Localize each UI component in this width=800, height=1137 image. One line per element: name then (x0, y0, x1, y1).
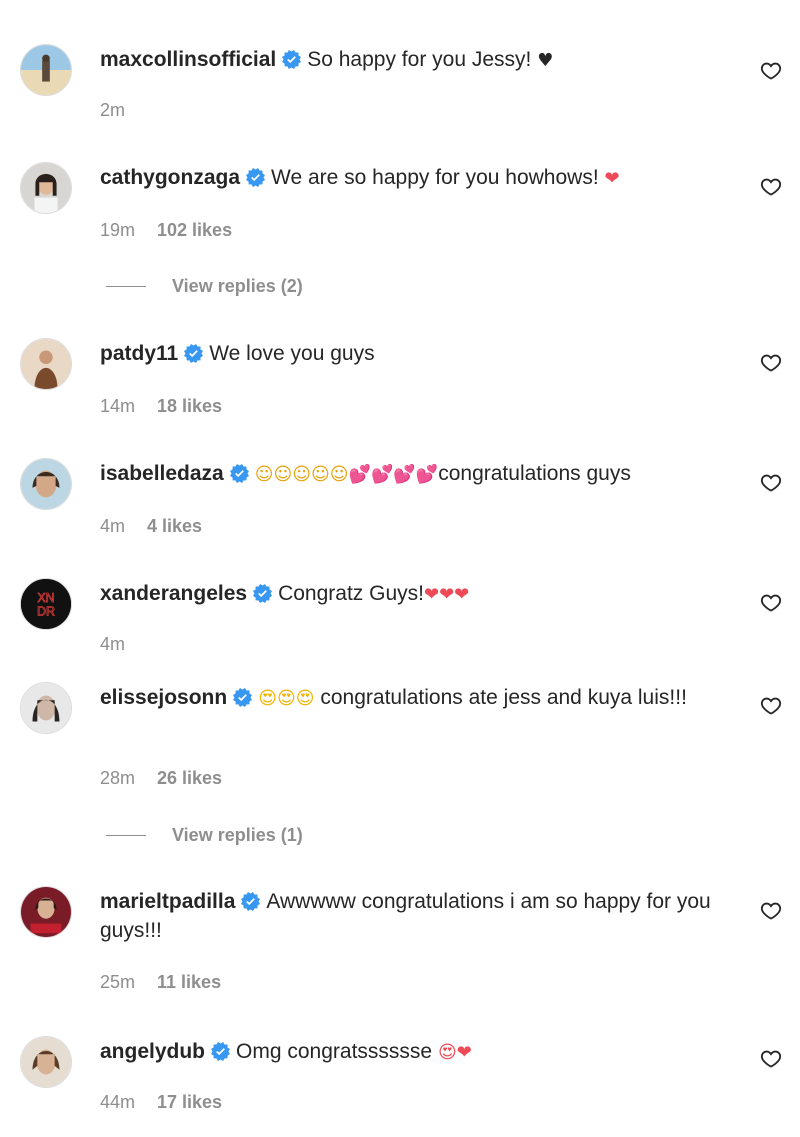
comment-username[interactable]: maxcollinsofficial (100, 48, 276, 71)
heart-icon[interactable] (760, 900, 782, 922)
profile-photo-icon (21, 1037, 71, 1087)
profile-photo-icon (21, 339, 71, 389)
heart-icon[interactable] (760, 592, 782, 614)
comment-time[interactable]: 19m (100, 220, 135, 240)
svg-text:XN: XN (37, 591, 54, 605)
emoji-hearts: ❤❤❤ (423, 584, 470, 605)
comment-likes[interactable]: 4 likes (147, 516, 202, 536)
comment-time[interactable]: 4m (100, 634, 125, 654)
avatar[interactable] (20, 458, 72, 510)
divider (106, 286, 146, 287)
comment-body: We love you guys (209, 342, 375, 365)
comment-username[interactable]: isabelledaza (100, 462, 224, 485)
comment-text: marieltpadilla Awwwww congratulations i a… (100, 887, 720, 945)
heart-icon[interactable] (760, 176, 782, 198)
comment-time[interactable]: 2m (100, 100, 125, 120)
comment-text: angelydub Omg congratsssssse 😍❤ (100, 1037, 720, 1067)
avatar[interactable] (20, 682, 72, 734)
verified-icon (282, 50, 301, 69)
view-replies-label: View replies (2) (172, 276, 303, 296)
heart-icon[interactable] (760, 60, 782, 82)
view-replies-button[interactable]: View replies (1) (106, 825, 303, 846)
emoji-heart: ❤ (604, 168, 620, 189)
comment-meta: 14m 18 likes (100, 396, 222, 417)
verified-icon (184, 344, 203, 363)
avatar[interactable]: XN DR (20, 578, 72, 630)
comment-meta: 28m 26 likes (100, 768, 222, 789)
profile-photo-icon (21, 887, 71, 937)
profile-photo-icon (21, 163, 71, 213)
comment-text: patdy11 We love you guys (100, 339, 720, 368)
comment-body: So happy for you Jessy! (307, 48, 532, 71)
verified-icon (241, 892, 260, 911)
comment-body: congratulations ate jess and kuya luis!!… (320, 686, 687, 709)
comment-username[interactable]: cathygonzaga (100, 166, 240, 189)
comment-username[interactable]: patdy11 (100, 342, 178, 365)
verified-icon (211, 1042, 230, 1061)
comment-username[interactable]: angelydub (100, 1040, 205, 1063)
beach-photo-icon (21, 45, 71, 95)
emoji-group: 😍😍😍 (258, 688, 315, 709)
avatar[interactable] (20, 338, 72, 390)
comment-username[interactable]: xanderangeles (100, 582, 247, 605)
comment-meta: 19m 102 likes (100, 220, 232, 241)
comment-username[interactable]: marieltpadilla (100, 890, 235, 913)
comment-text: maxcollinsofficial So happy for you Jessy… (100, 45, 720, 75)
comment-text: cathygonzaga We are so happy for you howh… (100, 163, 720, 193)
view-replies-button[interactable]: View replies (2) (106, 276, 303, 297)
comment-text: elissejosonn 😍😍😍 congratulations ate jess… (100, 683, 720, 713)
verified-icon (253, 584, 272, 603)
comment-time[interactable]: 28m (100, 768, 135, 788)
verified-icon (230, 464, 249, 483)
comment-time[interactable]: 44m (100, 1092, 135, 1112)
comment-likes[interactable]: 11 likes (157, 972, 221, 992)
view-replies-label: View replies (1) (172, 825, 303, 845)
avatar[interactable] (20, 162, 72, 214)
comment-meta: 4m 4 likes (100, 516, 202, 537)
avatar[interactable] (20, 886, 72, 938)
avatar[interactable] (20, 44, 72, 96)
emoji-group: 😍❤ (437, 1042, 472, 1063)
comment-likes[interactable]: 102 likes (157, 220, 232, 240)
comment-meta: 4m (100, 634, 125, 655)
comment-meta: 25m 11 likes (100, 972, 221, 993)
profile-photo-icon (21, 459, 71, 509)
comment-time[interactable]: 25m (100, 972, 135, 992)
divider (106, 835, 146, 836)
comment-body: Omg congratsssssse (236, 1040, 433, 1063)
emoji-group: ☺☺☺☺☺💕💕💕💕 (254, 464, 439, 485)
comment-meta: 2m (100, 100, 125, 121)
heart-icon[interactable] (760, 352, 782, 374)
comment-body: congratulations guys (438, 462, 631, 485)
comment-time[interactable]: 4m (100, 516, 125, 536)
comment-likes[interactable]: 26 likes (157, 768, 222, 788)
xndr-logo-icon: XN DR (21, 579, 71, 629)
comment-likes[interactable]: 17 likes (157, 1092, 222, 1112)
comment-time[interactable]: 14m (100, 396, 135, 416)
svg-text:DR: DR (37, 605, 55, 619)
comment-username[interactable]: elissejosonn (100, 686, 227, 709)
comment-body: Congratz Guys! (278, 582, 424, 605)
comment-text: xanderangeles Congratz Guys!❤❤❤ (100, 579, 720, 609)
heart-icon[interactable] (760, 472, 782, 494)
heart-icon[interactable] (760, 695, 782, 717)
comment-text: isabelledaza ☺☺☺☺☺💕💕💕💕congratulations guy… (100, 459, 720, 489)
profile-photo-icon (21, 683, 71, 733)
comment-meta: 44m 17 likes (100, 1092, 222, 1113)
emoji-heart: ♥ (537, 50, 554, 71)
heart-icon[interactable] (760, 1048, 782, 1070)
avatar[interactable] (20, 1036, 72, 1088)
comment-body: We are so happy for you howhows! (271, 166, 599, 189)
verified-icon (233, 688, 252, 707)
comment-likes[interactable]: 18 likes (157, 396, 222, 416)
verified-icon (246, 168, 265, 187)
